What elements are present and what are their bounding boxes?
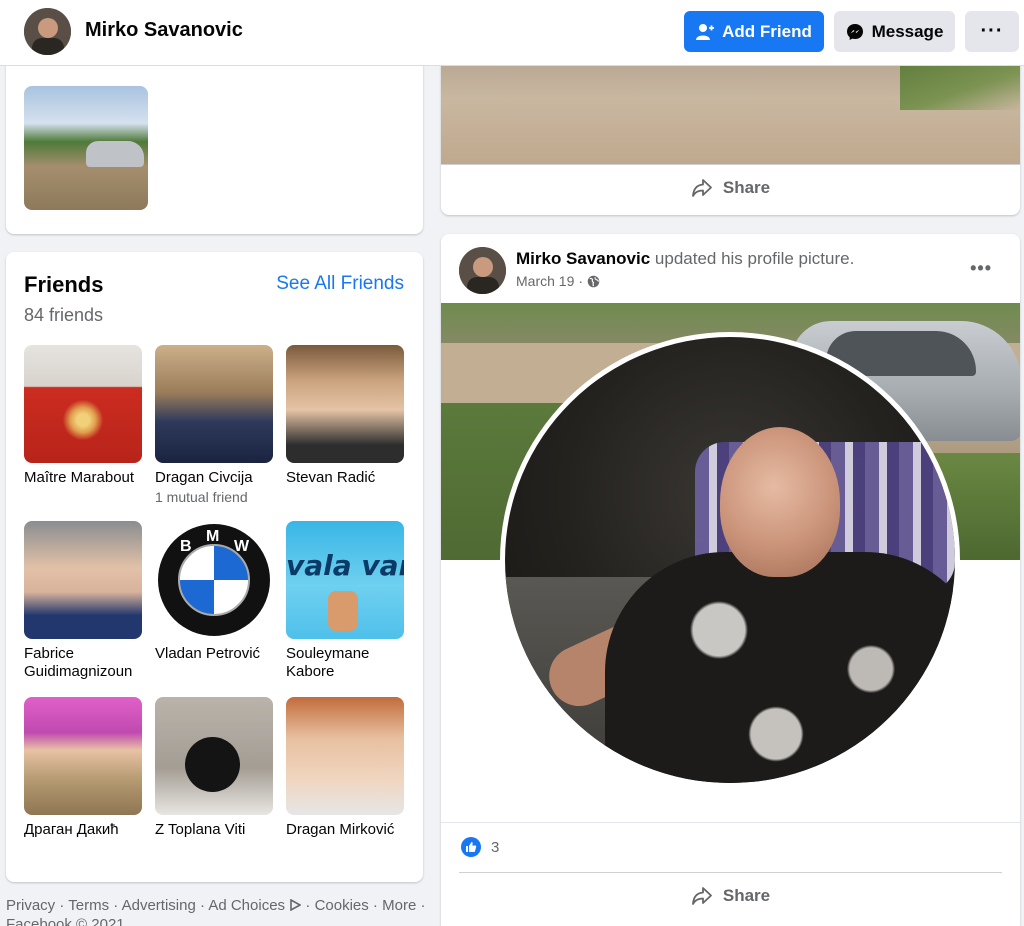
like-icon [461, 837, 481, 857]
friend-name[interactable]: Драган Дакић [24, 821, 142, 839]
footer-link-privacy[interactable]: Privacy [6, 897, 55, 914]
friends-card: Friends 84 friends See All Friends Maîtr… [6, 252, 423, 882]
post-date[interactable]: March 19 [516, 273, 574, 289]
shirt-image [605, 552, 955, 783]
footer-link-cookies[interactable]: Cookies [315, 897, 369, 914]
friend-name[interactable]: Maître Marabout [24, 469, 142, 487]
see-all-friends-link[interactable]: See All Friends [276, 273, 404, 295]
friend-card[interactable]: vala van Souleymane Kabore [286, 521, 404, 681]
friend-photo[interactable]: B M W [155, 521, 273, 639]
friend-name[interactable]: Z Toplana Viti [155, 821, 273, 839]
friends-title: Friends [24, 272, 104, 297]
profile-picture[interactable] [500, 332, 960, 788]
profile-avatar[interactable] [24, 8, 71, 55]
friends-count: 84 friends [24, 305, 104, 325]
friend-name[interactable]: Stevan Radić [286, 469, 404, 487]
share-button[interactable]: Share [441, 876, 1020, 916]
friend-photo[interactable] [155, 697, 273, 815]
friend-name[interactable]: Dragan Mirković [286, 821, 404, 839]
friend-card[interactable]: Z Toplana Viti [155, 697, 273, 839]
photos-card [6, 58, 423, 234]
messenger-icon [846, 23, 863, 40]
friend-name[interactable]: Souleymane Kabore [286, 645, 404, 681]
friend-photo[interactable] [24, 521, 142, 639]
friend-name[interactable]: Dragan Civcija [155, 469, 273, 487]
page-footer: Privacy · Terms · Advertising · Ad Choic… [6, 896, 426, 926]
like-count[interactable]: 3 [491, 839, 499, 856]
thumbs-up-icon [328, 591, 358, 631]
post-action-text: updated his profile picture. [654, 249, 855, 268]
divider [459, 872, 1002, 873]
friend-card[interactable]: Maître Marabout [24, 345, 142, 487]
add-friend-button[interactable]: Add Friend [684, 11, 824, 52]
share-label: Share [722, 178, 771, 197]
friend-card[interactable]: Stevan Radić [286, 345, 404, 487]
bmw-logo-icon: B M W [158, 524, 270, 636]
friend-card[interactable]: B M W Vladan Petrović [155, 521, 273, 663]
post-author-name[interactable]: Mirko Savanovic [516, 249, 650, 268]
bmw-letter: M [206, 528, 220, 545]
bmw-letter: W [234, 538, 250, 555]
profile-name[interactable]: Mirko Savanovic [85, 19, 243, 42]
friend-name[interactable]: Vladan Petrović [155, 645, 273, 663]
message-button[interactable]: Message [834, 11, 955, 52]
footer-link-ad-choices[interactable]: Ad Choices [208, 897, 285, 914]
post-meta: March 19 · [516, 273, 600, 289]
globe-icon [587, 275, 600, 287]
post-image[interactable] [441, 55, 1020, 164]
divider [441, 164, 1020, 165]
post-card: Share [441, 55, 1020, 215]
face-image [720, 427, 840, 577]
share-label: Share [722, 886, 771, 905]
share-button[interactable]: Share [441, 168, 1020, 208]
add-friend-label: Add Friend [722, 21, 812, 41]
car-image [86, 141, 144, 167]
post-card: Mirko Savanovic updated his profile pict… [441, 234, 1020, 926]
person-plus-icon [696, 23, 715, 40]
friend-photo[interactable] [24, 345, 142, 463]
footer-link-more[interactable]: More [382, 897, 416, 914]
message-label: Message [871, 21, 944, 41]
divider [441, 822, 1020, 823]
post-options-button[interactable]: ••• [970, 258, 992, 279]
friend-photo[interactable] [155, 345, 273, 463]
friend-name[interactable]: Fabrice Guidimagnizoun [24, 645, 142, 681]
friend-card[interactable]: Fabrice Guidimagnizoun [24, 521, 142, 681]
post-author-avatar[interactable] [459, 247, 506, 294]
friend-card[interactable]: Dragan Mirković [286, 697, 404, 839]
image-caption: vala van [286, 549, 404, 582]
mutual-friends-count[interactable]: 1 mutual friend [155, 488, 273, 506]
more-options-label: ··· [980, 20, 1004, 42]
bmw-letter: B [180, 538, 192, 555]
footer-copyright: Facebook © 2021 [6, 916, 125, 926]
share-icon [691, 179, 712, 197]
friend-card[interactable]: Dragan Civcija 1 mutual friend [155, 345, 273, 506]
photo-thumbnail[interactable] [24, 86, 148, 210]
profile-header-bar: Mirko Savanovic Add Friend Message ··· [0, 0, 1024, 66]
meta-separator: · [578, 273, 584, 289]
reactions-summary[interactable]: 3 [461, 837, 499, 857]
ad-choices-icon[interactable] [289, 898, 302, 912]
footer-link-advertising[interactable]: Advertising [122, 897, 196, 914]
friend-photo[interactable] [286, 345, 404, 463]
post-headline: Mirko Savanovic updated his profile pict… [516, 249, 854, 269]
footer-link-terms[interactable]: Terms [68, 897, 109, 914]
friend-photo[interactable] [24, 697, 142, 815]
friend-card[interactable]: Драган Дакић [24, 697, 142, 839]
share-icon [691, 887, 712, 905]
friend-photo[interactable]: vala van [286, 521, 404, 639]
friend-photo[interactable] [286, 697, 404, 815]
more-options-button[interactable]: ··· [965, 11, 1019, 52]
